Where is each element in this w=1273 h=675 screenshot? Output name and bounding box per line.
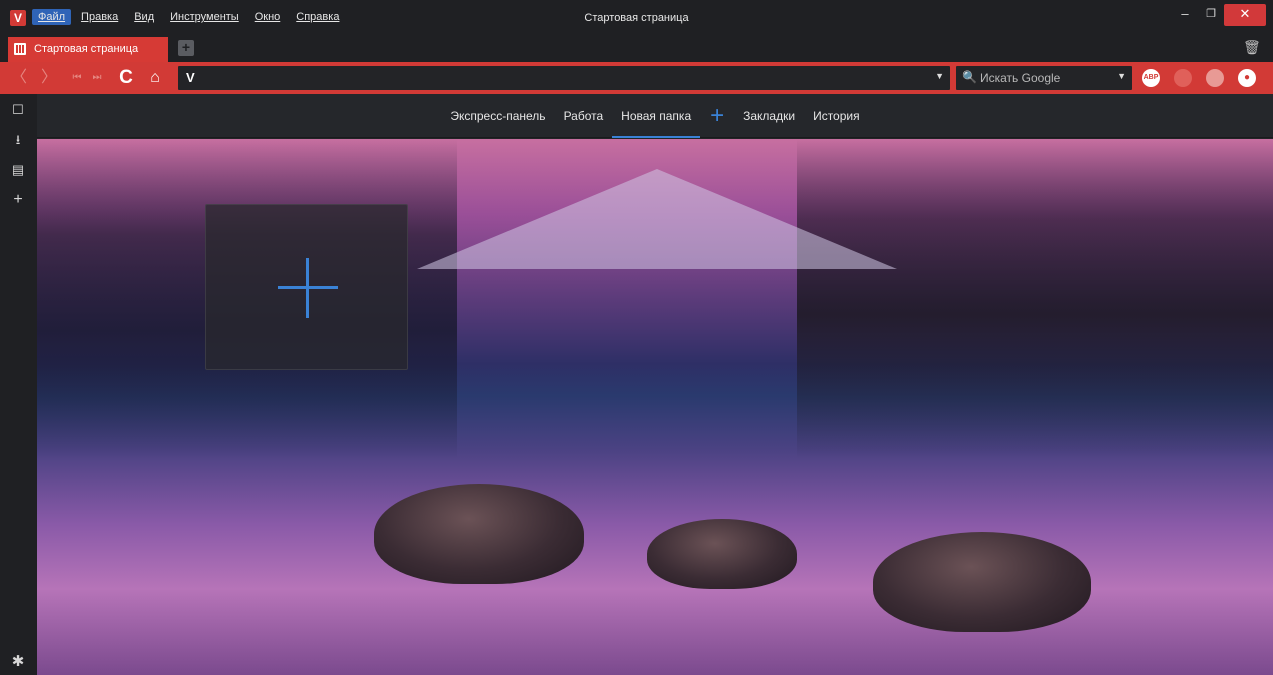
blocker-extension-icon[interactable] <box>1174 69 1192 87</box>
speed-dial-page: Экспресс-панель Работа Новая папка + Зак… <box>37 94 1273 675</box>
address-dropdown-icon[interactable]: ▼ <box>935 71 944 81</box>
adblock-plus-icon[interactable]: ABP <box>1142 69 1160 87</box>
window-title: Стартовая страница <box>584 12 689 24</box>
home-button[interactable]: ⌂ <box>144 66 166 90</box>
side-panel: ☐ ⭳ ▤ + ✱ <box>0 94 37 675</box>
add-speed-dial-tile[interactable] <box>205 204 408 370</box>
speed-dial-nav: Экспресс-панель Работа Новая папка + Зак… <box>37 94 1273 138</box>
new-tab-button[interactable]: + <box>178 40 194 56</box>
download-icon[interactable]: ⭳ <box>8 130 28 150</box>
add-panel-icon[interactable]: + <box>8 190 28 210</box>
address-bar[interactable]: V ▼ <box>178 66 950 90</box>
globe-extension-icon[interactable] <box>1206 69 1224 87</box>
nav-speed-dial[interactable]: Экспресс-панель <box>441 94 554 138</box>
speed-dial-icon <box>14 43 26 55</box>
reload-button[interactable]: C <box>116 66 136 90</box>
close-button[interactable]: ✕ <box>1224 4 1266 26</box>
navigation-toolbar: 〈 〉 ⏮ ⏭ C ⌂ V ▼ 🔍 ▼ ABP ● <box>0 62 1273 94</box>
bookmark-icon[interactable]: ☐ <box>8 100 28 120</box>
rewind-button[interactable]: ⏮ <box>70 66 84 90</box>
search-engine-dropdown-icon[interactable]: ▼ <box>1117 71 1126 81</box>
nav-bookmarks[interactable]: Закладки <box>734 94 804 138</box>
forward-button[interactable]: 〉 <box>40 66 58 90</box>
trash-icon[interactable]: 🗑 <box>1243 39 1261 57</box>
nav-work[interactable]: Работа <box>555 94 613 138</box>
address-input[interactable] <box>206 69 906 87</box>
maximize-button[interactable]: ❐ <box>1200 4 1222 26</box>
wallpaper-rock <box>873 532 1091 632</box>
minimize-button[interactable]: – <box>1174 4 1196 26</box>
wallpaper-mountain <box>417 169 897 269</box>
wallpaper-rock <box>374 484 584 584</box>
settings-gear-icon[interactable]: ✱ <box>8 652 28 672</box>
notes-icon[interactable]: ▤ <box>8 160 28 180</box>
browser-window: V Файл Правка Вид Инструменты Окно Справ… <box>0 0 1273 675</box>
tab-start-page[interactable]: Стартовая страница <box>8 37 168 62</box>
fast-forward-button[interactable]: ⏭ <box>90 66 104 90</box>
search-field[interactable]: 🔍 ▼ <box>956 66 1132 90</box>
search-icon[interactable]: 🔍 <box>962 70 977 84</box>
search-input[interactable] <box>980 69 1110 87</box>
tab-strip: Стартовая страница + 🗑 <box>0 36 1273 62</box>
title-bar: V Файл Правка Вид Инструменты Окно Справ… <box>0 0 1273 36</box>
site-info-icon[interactable]: V <box>186 70 195 85</box>
back-button[interactable]: 〈 <box>10 66 28 90</box>
chat-extension-icon[interactable]: ● <box>1238 69 1256 87</box>
nav-history[interactable]: История <box>804 94 869 138</box>
nav-new-folder[interactable]: Новая папка <box>612 94 701 138</box>
add-group-icon[interactable]: + <box>700 94 734 138</box>
wallpaper-rock <box>647 519 797 589</box>
plus-icon <box>278 258 338 318</box>
tab-label: Стартовая страница <box>34 43 139 55</box>
